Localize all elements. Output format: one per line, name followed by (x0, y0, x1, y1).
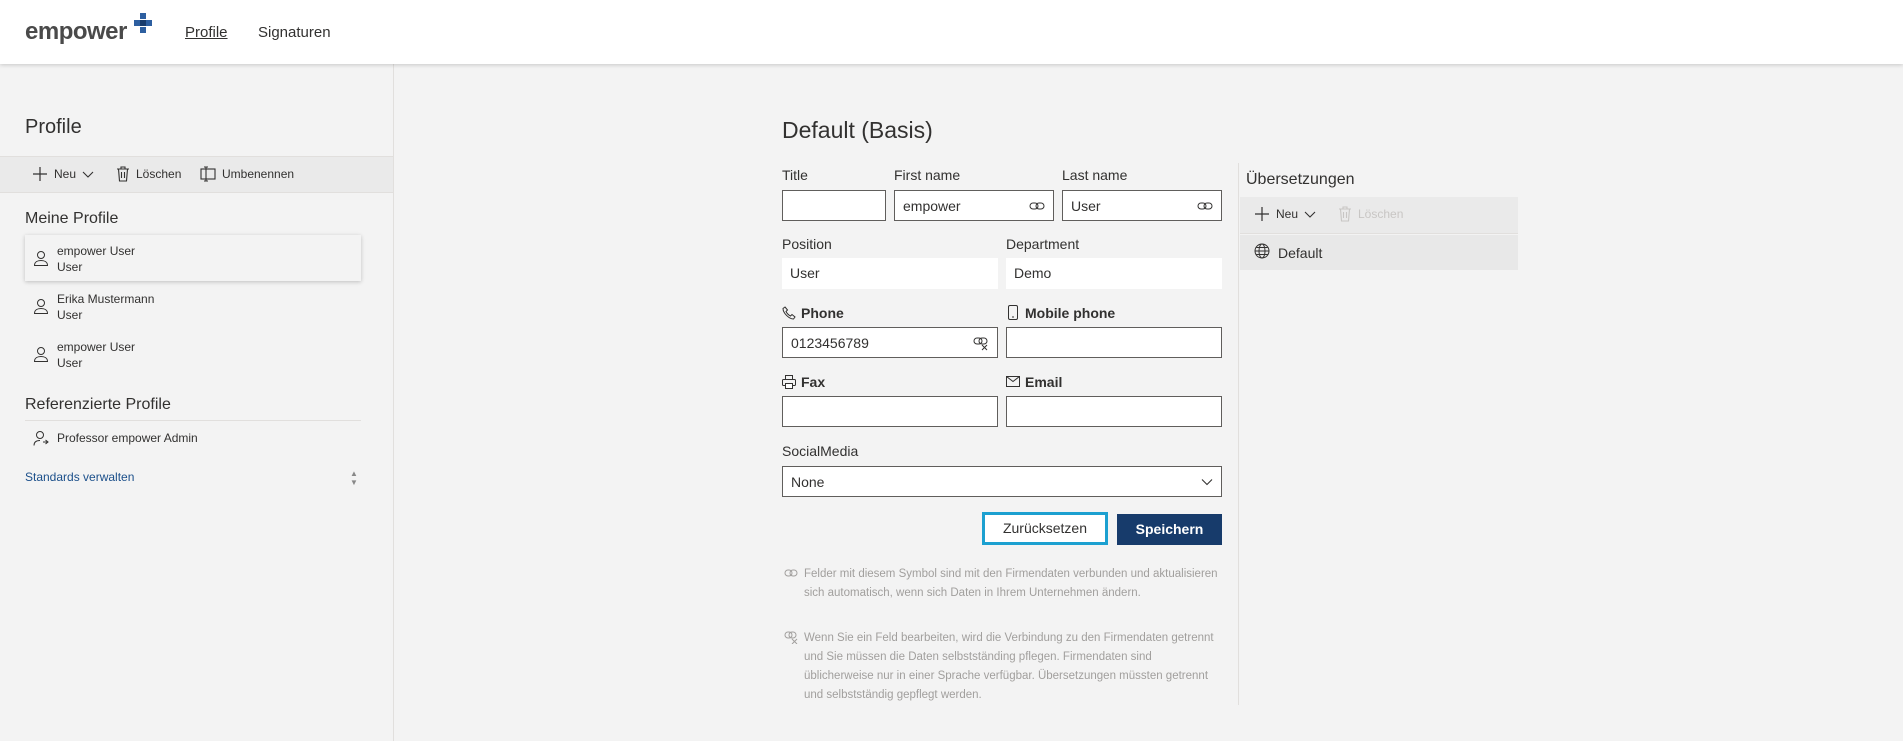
last-name-value: User (1071, 198, 1101, 214)
profile-name: Professor empower Admin (57, 431, 198, 445)
unlinked-icon (784, 631, 798, 644)
email-label: Email (1025, 374, 1063, 390)
sidebar-toolbar: Neu Löschen Umbenennen (0, 156, 393, 193)
delete-translation-button[interactable]: Löschen (1338, 206, 1403, 222)
top-bar: empower Profile Signaturen (0, 0, 1903, 64)
link-icon (1029, 202, 1045, 210)
sidebar: Profile Neu Löschen Umbenennen Meine Pro… (0, 64, 394, 741)
phone-field[interactable]: 0123456789 (782, 327, 998, 358)
profile-item[interactable]: Erika Mustermann User (25, 283, 361, 329)
profile-name: empower User (57, 340, 136, 354)
position-label: Position (782, 236, 832, 252)
email-field[interactable] (1006, 396, 1222, 427)
person-link-icon (33, 431, 49, 446)
first-name-label: First name (894, 167, 961, 183)
profile-name: Erika Mustermann (57, 292, 155, 306)
referenced-profiles-heading: Referenzierte Profile (25, 396, 171, 413)
trash-icon (1339, 206, 1351, 222)
chevron-down-icon (1304, 211, 1316, 218)
plus-icon (1255, 207, 1269, 221)
profile-item[interactable]: empower User User (25, 235, 361, 281)
title-field[interactable] (782, 190, 886, 221)
delete-label: Löschen (136, 167, 182, 181)
first-name-value: empower (903, 198, 961, 214)
my-profiles-heading: Meine Profile (25, 210, 119, 227)
divider (1238, 163, 1239, 705)
translations-title: Übersetzungen (1246, 171, 1355, 188)
social-media-label: SocialMedia (782, 443, 859, 459)
last-name-field[interactable]: User (1062, 190, 1222, 221)
mobile-phone-icon (1008, 305, 1018, 320)
first-name-field[interactable]: empower (894, 190, 1054, 221)
profile-name: empower User (57, 244, 136, 258)
person-icon (33, 251, 49, 266)
profile-role: User (57, 308, 83, 322)
link-icon (784, 569, 798, 577)
translation-item[interactable]: Default (1240, 235, 1518, 270)
phone-label: Phone (801, 305, 844, 321)
person-icon (33, 347, 49, 362)
link-icon (1197, 202, 1213, 210)
new-translation-button[interactable]: Neu (1254, 206, 1316, 222)
mobile-phone-field[interactable] (1006, 327, 1222, 358)
trash-icon (117, 166, 129, 182)
nav-profile[interactable]: Profile (185, 24, 228, 41)
new-profile-button[interactable]: Neu (32, 166, 94, 182)
expand-caret-icon[interactable]: ▲ ▼ (350, 469, 358, 487)
info-linked-text: Felder mit diesem Symbol sind mit den Fi… (804, 568, 1218, 599)
department-field[interactable]: Demo (1006, 258, 1222, 289)
fax-label: Fax (801, 374, 826, 390)
manage-standards-link[interactable]: Standards verwalten (25, 470, 134, 484)
department-label: Department (1006, 236, 1080, 252)
unlinked-icon (973, 337, 988, 351)
rename-profile-button[interactable]: Umbenennen (200, 166, 294, 182)
chevron-down-icon (82, 171, 94, 178)
phone-icon (782, 306, 796, 320)
referenced-profile-item[interactable]: Professor empower Admin (25, 421, 361, 455)
printer-icon (782, 375, 796, 389)
social-media-value: None (791, 474, 825, 490)
profile-role: User (57, 356, 83, 370)
reset-button[interactable]: Zurücksetzen (982, 512, 1108, 545)
profile-item[interactable]: empower User User (25, 331, 361, 377)
last-name-label: Last name (1062, 167, 1128, 183)
info-unlinked-text: Wenn Sie ein Feld bearbeiten, wird die V… (804, 632, 1214, 701)
person-icon (33, 299, 49, 314)
title-label: Title (782, 167, 808, 183)
new-label: Neu (54, 167, 77, 181)
logo: empower (25, 18, 127, 45)
new-label: Neu (1276, 207, 1299, 221)
rename-icon (200, 166, 216, 182)
profile-role: User (57, 260, 83, 274)
fax-field[interactable] (782, 396, 998, 427)
mobile-phone-label: Mobile phone (1025, 305, 1116, 321)
mail-icon (1006, 376, 1020, 387)
sidebar-title: Profile (25, 116, 82, 138)
position-field[interactable]: User (782, 258, 998, 289)
rename-label: Umbenennen (222, 167, 295, 181)
globe-icon (1254, 243, 1270, 259)
delete-profile-button[interactable]: Löschen (116, 166, 181, 182)
chevron-down-icon (1201, 479, 1213, 486)
plus-icon (33, 167, 47, 181)
logo-mark-icon (134, 13, 152, 33)
phone-value: 0123456789 (791, 335, 869, 351)
save-button[interactable]: Speichern (1117, 514, 1222, 545)
delete-label: Löschen (1358, 207, 1404, 221)
translations-toolbar: Neu Löschen (1240, 197, 1518, 234)
social-media-select[interactable]: None (782, 466, 1222, 497)
translation-label: Default (1278, 245, 1323, 261)
page-title: Default (Basis) (782, 117, 933, 143)
nav-signaturen[interactable]: Signaturen (258, 24, 331, 41)
